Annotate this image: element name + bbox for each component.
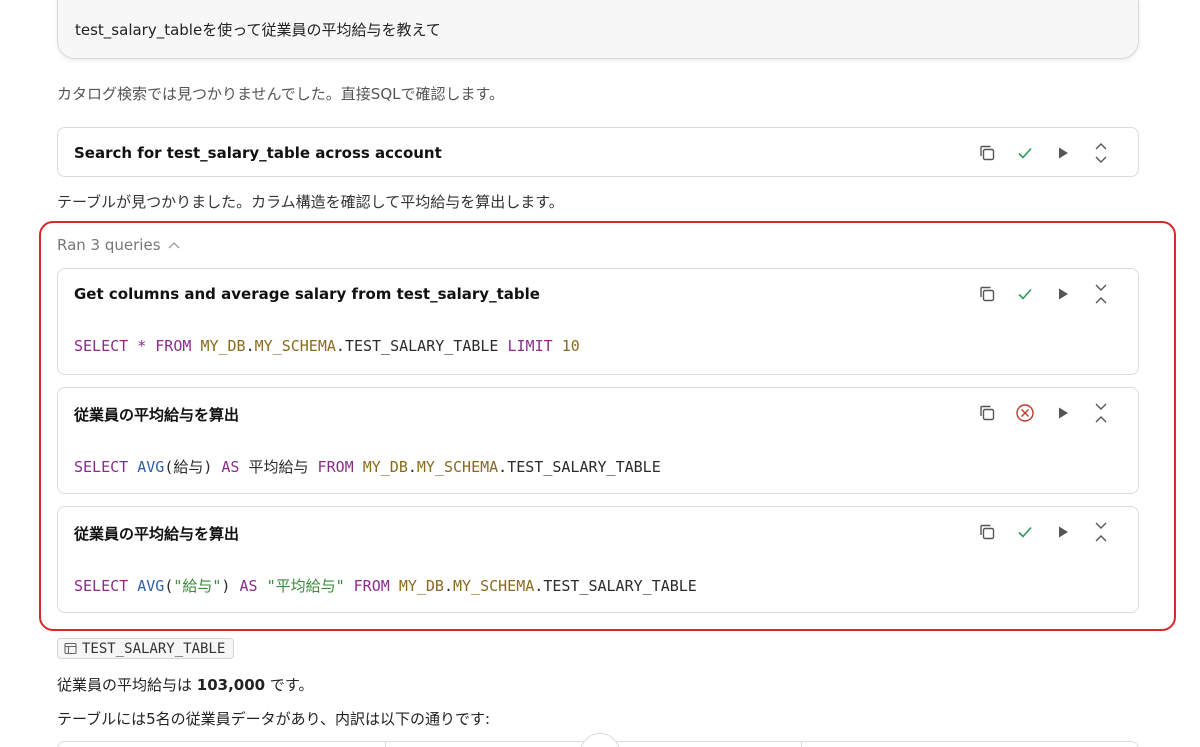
result-line: 従業員の平均給与は 103,000 です。 — [57, 676, 314, 694]
collapse-icon[interactable] — [1082, 519, 1120, 545]
average-salary-value: 103,000 — [196, 676, 266, 694]
ran-queries-label: Ran 3 queries — [57, 236, 161, 254]
query-code-3: SELECT AVG("給与") AS "平均給与" FROM MY_DB.MY… — [74, 577, 697, 595]
expand-icon[interactable] — [1082, 140, 1120, 166]
ran-queries-toggle[interactable]: Ran 3 queries — [57, 236, 181, 254]
scroll-button[interactable] — [580, 733, 620, 747]
play-icon[interactable] — [1044, 400, 1082, 426]
play-icon[interactable] — [1044, 519, 1082, 545]
check-icon — [1006, 140, 1044, 166]
copy-icon[interactable] — [968, 519, 1006, 545]
query-card-1[interactable]: Get columns and average salary from test… — [57, 268, 1139, 375]
search-card-title: Search for test_salary_table across acco… — [74, 144, 442, 162]
query-title-1: Get columns and average salary from test… — [74, 285, 540, 303]
query-title-3: 従業員の平均給与を算出 — [74, 525, 240, 543]
table-icon — [64, 642, 77, 655]
copy-icon[interactable] — [968, 400, 1006, 426]
copy-icon[interactable] — [968, 140, 1006, 166]
table-reference-chip[interactable]: TEST_SALARY_TABLE — [57, 638, 235, 659]
query-card-2[interactable]: 従業員の平均給与を算出 SELECT AVG(給与) AS 平均給与 FROM … — [57, 387, 1139, 494]
found-note: テーブルが見つかりました。カラム構造を確認して平均給与を算出します。 — [57, 193, 564, 211]
collapse-icon[interactable] — [1082, 281, 1120, 307]
query-title-2: 従業員の平均給与を算出 — [74, 406, 240, 424]
check-icon — [1006, 519, 1044, 545]
query-card-3[interactable]: 従業員の平均給与を算出 SELECT AVG("給与") AS "平均給与" F… — [57, 506, 1139, 613]
error-circle-icon — [1006, 400, 1044, 426]
table-chip-label: TEST_SALARY_TABLE — [82, 640, 226, 657]
user-prompt: test_salary_tableを使って従業員の平均給与を教えて — [57, 0, 1139, 59]
play-icon[interactable] — [1044, 140, 1082, 166]
collapse-icon[interactable] — [1082, 400, 1120, 426]
catalog-note: カタログ検索では見つかりませんでした。直接SQLで確認します。 — [57, 85, 504, 103]
prompt-text: test_salary_tableを使って従業員の平均給与を教えて — [75, 21, 441, 39]
breakdown-note: テーブルには5名の従業員データがあり、内訳は以下の通りです: — [57, 710, 491, 728]
search-card[interactable]: Search for test_salary_table across acco… — [57, 127, 1139, 177]
copy-icon[interactable] — [968, 281, 1006, 307]
play-icon[interactable] — [1044, 281, 1082, 307]
query-code-2: SELECT AVG(給与) AS 平均給与 FROM MY_DB.MY_SCH… — [74, 458, 661, 476]
query-code-1: SELECT * FROM MY_DB.MY_SCHEMA.TEST_SALAR… — [74, 337, 580, 355]
chevron-up-icon — [168, 242, 179, 249]
check-icon — [1006, 281, 1044, 307]
